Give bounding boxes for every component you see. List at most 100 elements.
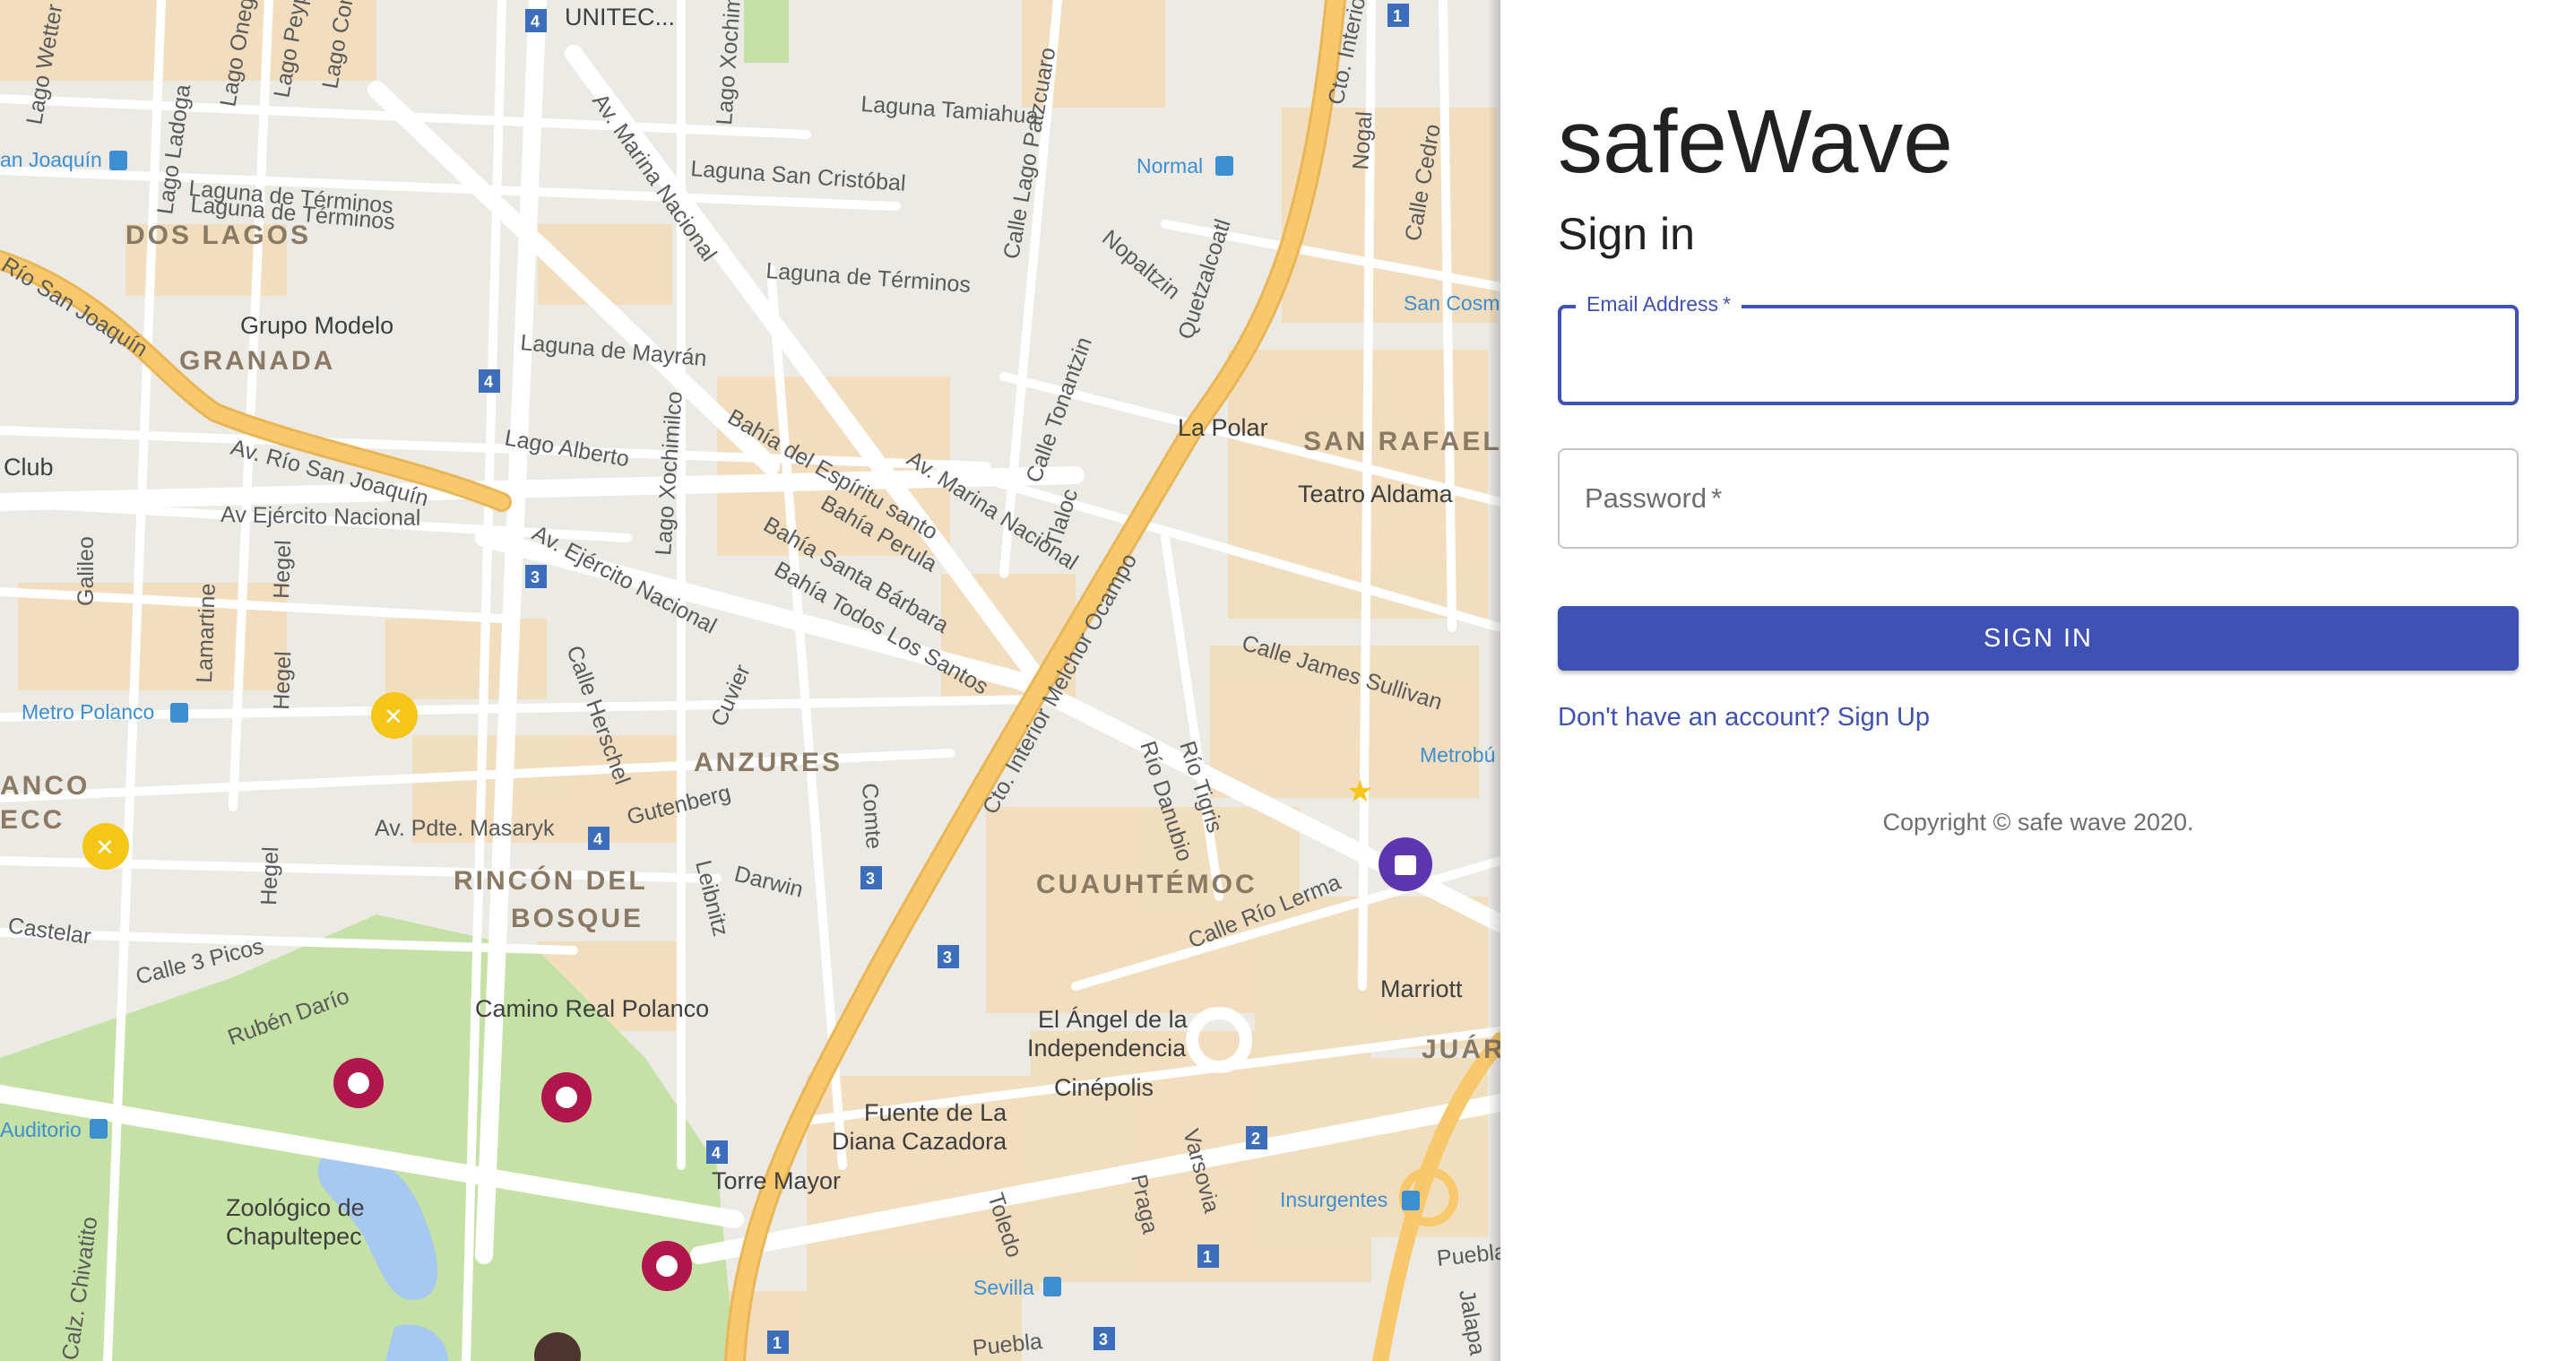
poi-label: Chapultepec <box>226 1223 362 1250</box>
poi-label: UNITEC... <box>565 4 675 30</box>
street-label: Hegel <box>269 651 296 710</box>
password-field[interactable]: Password * <box>1558 448 2519 549</box>
metro-station-label: Auditorio <box>0 1118 82 1141</box>
page-title: Sign in <box>1558 209 1695 259</box>
metro-icon <box>170 703 188 723</box>
district-label: GRANADA <box>179 346 335 376</box>
street-label: Comte <box>857 782 886 849</box>
metro-station-label: Insurgentes <box>1280 1188 1387 1211</box>
shopping-marker[interactable] <box>1379 837 1432 891</box>
metro-icon <box>1402 1191 1420 1210</box>
street-label: Galileo <box>73 536 99 606</box>
district-label: ANZURES <box>694 748 843 777</box>
district-label: RINCÓN DEL <box>454 865 648 896</box>
street-label: Calle Tonantzin <box>1021 334 1097 486</box>
route-shield: 1 <box>1197 1244 1219 1268</box>
svg-text:1: 1 <box>773 1334 782 1352</box>
svg-text:2: 2 <box>1251 1130 1260 1148</box>
poi-label: La Polar <box>1178 414 1268 441</box>
district-label: BOSQUE <box>511 904 644 933</box>
street-label: Calle Lago Patzcuaro <box>998 46 1060 261</box>
metro-station-label: Metro Polanco <box>22 700 154 724</box>
museum-marker[interactable] <box>541 1072 592 1123</box>
district-label: JUÁR <box>1422 1034 1500 1064</box>
sign-in-panel: safeWave Sign in Email Address * Password… <box>1500 0 2576 1361</box>
sign-up-link[interactable]: Don't have an account? Sign Up <box>1558 703 1930 733</box>
email-input[interactable] <box>1586 330 2495 386</box>
poi-label: Cinépolis <box>1054 1074 1154 1101</box>
map-canvas[interactable]: DOS LAGOS GRANADA SAN RAFAEL ANZURES RIN… <box>0 0 1500 1361</box>
metro-icon <box>90 1119 108 1139</box>
museum-marker[interactable] <box>642 1241 692 1291</box>
route-shield: 3 <box>860 866 882 889</box>
svg-text:4: 4 <box>712 1144 721 1162</box>
route-shield: 4 <box>706 1140 728 1164</box>
route-shield: 1 <box>1387 4 1409 27</box>
street-label: Leibnitz <box>690 858 733 939</box>
district-label: ANCO <box>0 771 90 801</box>
svg-text:3: 3 <box>1099 1331 1108 1348</box>
metro-station-label: Sevilla <box>973 1276 1034 1299</box>
street-label: Av Ejército Nacional <box>220 502 421 531</box>
restaurant-marker[interactable]: ✕ <box>371 692 418 739</box>
route-shield: 4 <box>525 9 547 32</box>
metro-station-label: San Cosm <box>1404 291 1500 315</box>
password-input[interactable] <box>1585 472 2494 527</box>
copyright-text: Copyright © safe wave 2020. <box>1882 809 2194 836</box>
street-label: Hegel <box>269 540 296 599</box>
svg-text:✕: ✕ <box>384 703 403 730</box>
street-label: Nogal <box>1348 110 1377 170</box>
street-label: Lago Xochimilco <box>712 0 748 126</box>
sign-in-button[interactable]: SIGN IN <box>1558 606 2519 671</box>
metro-station-label: an Joaquín <box>0 148 102 171</box>
svg-text:4: 4 <box>531 13 540 30</box>
svg-text:3: 3 <box>531 568 540 586</box>
poi-label: Marriott <box>1380 975 1463 1002</box>
svg-text:4: 4 <box>593 830 602 848</box>
route-shield: 4 <box>479 369 500 393</box>
street-label: Av. Pdte. Masaryk <box>375 816 555 841</box>
metro-icon <box>1043 1277 1061 1296</box>
metro-station-label: Normal <box>1137 154 1203 178</box>
street-label: Puebla <box>1436 1239 1500 1271</box>
street-label: Nopaltzin <box>1097 225 1185 304</box>
route-shield: 3 <box>938 945 959 968</box>
svg-text:4: 4 <box>484 373 493 391</box>
star-marker[interactable]: ★ <box>1346 775 1373 809</box>
map-view[interactable]: DOS LAGOS GRANADA SAN RAFAEL ANZURES RIN… <box>0 0 1500 1361</box>
poi-label: Torre Mayor <box>712 1167 841 1194</box>
poi-label: Diana Cazadora <box>832 1128 1007 1155</box>
museum-marker[interactable] <box>333 1058 384 1108</box>
street-label: Castelar <box>6 913 92 949</box>
district-label: SAN RAFAEL <box>1303 427 1500 456</box>
svg-text:1: 1 <box>1393 7 1402 25</box>
poi-label: El Ángel de la <box>1038 1006 1189 1033</box>
metro-icon <box>109 151 127 170</box>
street-label: Laguna Tamiahua <box>860 91 1040 129</box>
restaurant-marker[interactable]: ✕ <box>82 823 129 870</box>
street-label: Jalapa <box>1454 1287 1490 1357</box>
svg-text:3: 3 <box>943 949 952 967</box>
street-label: Cuvier <box>706 661 756 730</box>
metro-icon <box>1215 156 1233 176</box>
svg-text:3: 3 <box>866 870 875 888</box>
route-shield: 3 <box>1094 1327 1115 1350</box>
svg-text:1: 1 <box>1203 1248 1212 1266</box>
metro-station-label: Metrobú <box>1420 743 1495 767</box>
email-label: Email Address * <box>1576 292 1742 316</box>
required-mark: * <box>1723 292 1731 316</box>
district-label: ECC <box>0 805 65 835</box>
poi-label: Independencia <box>1027 1035 1187 1062</box>
email-field[interactable]: Email Address * <box>1558 292 2519 405</box>
poi-label: Club <box>4 454 54 481</box>
svg-text:✕: ✕ <box>95 834 115 861</box>
poi-label: Camino Real Polanco <box>475 995 709 1022</box>
street-label: Laguna San Cristóbal <box>690 156 907 196</box>
street-label: Lamartine <box>192 583 220 683</box>
poi-label: Zoológico de <box>226 1194 365 1221</box>
poi-label: Grupo Modelo <box>240 312 393 339</box>
route-shield: 4 <box>588 827 609 850</box>
route-shield: 2 <box>1246 1126 1267 1149</box>
poi-label: Fuente de La <box>864 1099 1007 1126</box>
street-label: Laguna de Términos <box>765 258 972 298</box>
